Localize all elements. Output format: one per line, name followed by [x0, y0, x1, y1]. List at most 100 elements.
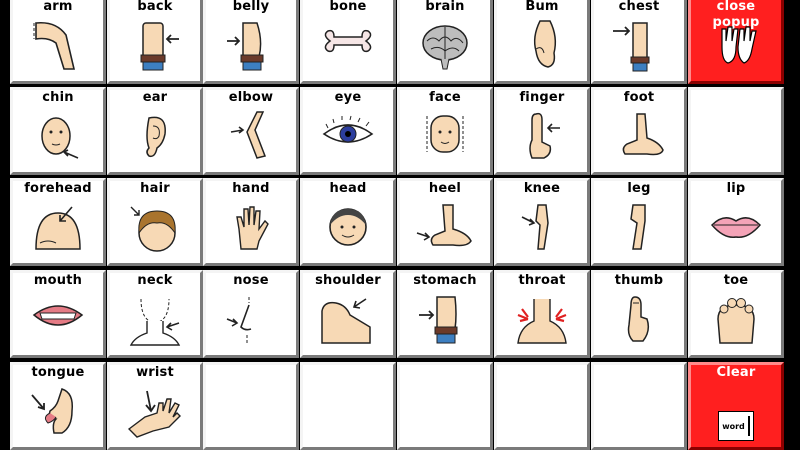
symbol-button-clear[interactable]: Clear word	[688, 362, 784, 450]
head-icon	[316, 199, 380, 255]
nose-icon	[219, 291, 283, 347]
symbol-label: toe	[723, 273, 749, 288]
toe-icon	[704, 291, 768, 347]
symbol-label: elbow	[228, 90, 274, 105]
symbol-button-hand[interactable]: hand	[203, 178, 299, 266]
shoulder-icon	[316, 291, 380, 347]
symbol-button-foot[interactable]: foot	[591, 87, 687, 175]
symbol-button-arm[interactable]: arm	[10, 0, 106, 84]
bone-icon	[316, 17, 380, 73]
symbol-button-thumb[interactable]: thumb	[591, 270, 687, 358]
symbol-label: head	[329, 181, 367, 196]
symbol-label: stomach	[413, 273, 477, 288]
chest-icon	[607, 17, 671, 73]
symbol-button-chin[interactable]: chin	[10, 87, 106, 175]
symbol-button-empty-4-5	[494, 362, 590, 450]
symbol-button-face[interactable]: face	[397, 87, 493, 175]
symbol-label: Bum	[525, 0, 559, 14]
elbow-icon	[219, 108, 283, 164]
belly-icon	[219, 17, 283, 73]
arm-icon	[26, 17, 90, 73]
clear-word-text: word	[722, 421, 745, 431]
symbol-label: hair	[140, 181, 170, 196]
symbol-button-close-popup[interactable]: close popup	[688, 0, 784, 84]
hair-icon	[123, 199, 187, 255]
symbol-label: nose	[233, 273, 269, 288]
stomach-icon	[413, 291, 477, 347]
symbol-button-shoulder[interactable]: shoulder	[300, 270, 396, 358]
symbol-label: wrist	[136, 365, 174, 380]
symbol-board: arm back belly bone brain Bum chest close popup…	[0, 0, 800, 450]
face-icon	[413, 108, 477, 164]
wrist-icon	[123, 383, 187, 439]
back-icon	[123, 17, 187, 73]
symbol-button-empty-4-4	[397, 362, 493, 450]
symbol-button-chest[interactable]: chest	[591, 0, 687, 84]
symbol-button-wrist[interactable]: wrist	[107, 362, 203, 450]
symbol-button-stomach[interactable]: stomach	[397, 270, 493, 358]
symbol-label: belly	[232, 0, 270, 14]
symbol-button-empty-1-7	[688, 87, 784, 175]
symbol-button-head[interactable]: head	[300, 178, 396, 266]
bum-icon	[510, 17, 574, 73]
symbol-button-belly[interactable]: belly	[203, 0, 299, 84]
heel-icon	[413, 199, 477, 255]
symbol-button-tongue[interactable]: tongue	[10, 362, 106, 450]
symbol-label: knee	[523, 181, 561, 196]
symbol-label: back	[137, 0, 173, 14]
brain-icon	[413, 17, 477, 73]
symbol-label: brain	[425, 0, 465, 14]
symbol-button-hair[interactable]: hair	[107, 178, 203, 266]
symbol-label: hand	[232, 181, 270, 196]
foot-icon	[607, 108, 671, 164]
symbol-label: chest	[618, 0, 660, 14]
symbol-button-bone[interactable]: bone	[300, 0, 396, 84]
symbol-button-forehead[interactable]: forehead	[10, 178, 106, 266]
hand-icon	[219, 199, 283, 255]
eye-icon	[316, 108, 380, 164]
symbol-button-lip[interactable]: lip	[688, 178, 784, 266]
lips-icon	[704, 199, 768, 255]
symbol-button-throat[interactable]: throat	[494, 270, 590, 358]
symbol-button-empty-4-3	[300, 362, 396, 450]
symbol-label: forehead	[24, 181, 92, 196]
symbol-label: tongue	[31, 365, 85, 380]
symbol-button-back[interactable]: back	[107, 0, 203, 84]
leg-icon	[607, 199, 671, 255]
symbol-label: thumb	[614, 273, 664, 288]
symbol-label: face	[429, 90, 461, 105]
symbol-button-ear[interactable]: ear	[107, 87, 203, 175]
hands-icon	[704, 17, 768, 73]
forehead-icon	[26, 199, 90, 255]
symbol-button-neck[interactable]: neck	[107, 270, 203, 358]
tongue-icon	[26, 383, 90, 439]
ear-icon	[123, 108, 187, 164]
symbol-button-knee[interactable]: knee	[494, 178, 590, 266]
symbol-button-empty-4-6	[591, 362, 687, 450]
neck-icon	[123, 291, 187, 347]
thumb-icon	[607, 291, 671, 347]
knee-icon	[510, 199, 574, 255]
symbol-button-leg[interactable]: leg	[591, 178, 687, 266]
symbol-button-heel[interactable]: heel	[397, 178, 493, 266]
symbol-label: ear	[142, 90, 168, 105]
symbol-label: finger	[519, 90, 565, 105]
symbol-button-eye[interactable]: eye	[300, 87, 396, 175]
symbol-label: chin	[42, 90, 74, 105]
symbol-button-finger[interactable]: finger	[494, 87, 590, 175]
symbol-button-mouth[interactable]: mouth	[10, 270, 106, 358]
symbol-label: leg	[627, 181, 651, 196]
symbol-button-nose[interactable]: nose	[203, 270, 299, 358]
symbol-label: lip	[726, 181, 746, 196]
symbol-button-bum[interactable]: Bum	[494, 0, 590, 84]
symbol-button-toe[interactable]: toe	[688, 270, 784, 358]
symbol-label: arm	[43, 0, 73, 14]
symbol-label: eye	[334, 90, 362, 105]
symbol-button-elbow[interactable]: elbow	[203, 87, 299, 175]
finger-icon	[510, 108, 574, 164]
symbol-button-empty-4-2	[203, 362, 299, 450]
chin-icon	[26, 108, 90, 164]
throat-icon	[510, 291, 574, 347]
symbol-button-brain[interactable]: brain	[397, 0, 493, 84]
symbol-label: Clear	[716, 365, 756, 380]
